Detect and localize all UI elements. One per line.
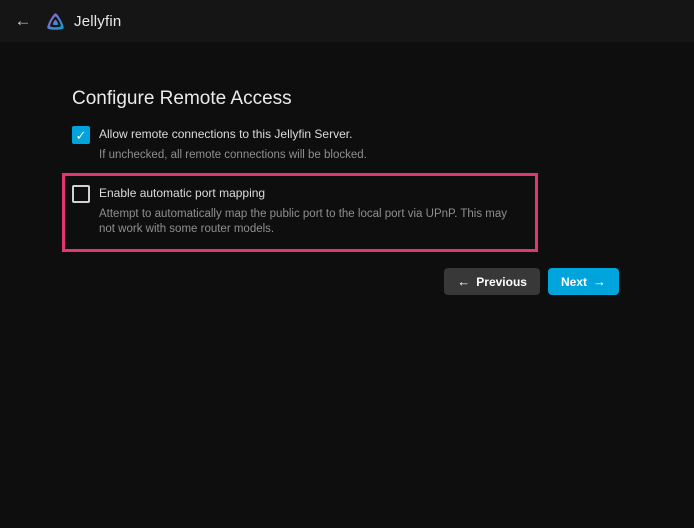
back-arrow-icon: ← [15, 11, 32, 31]
back-button[interactable]: ← [10, 8, 36, 34]
page-title: Configure Remote Access [72, 88, 622, 110]
wizard-content: Configure Remote Access ✓ Allow remote c… [0, 42, 694, 295]
previous-button[interactable]: ← Previous [444, 268, 540, 295]
enable-port-mapping-label[interactable]: Enable automatic port mapping [99, 186, 525, 201]
top-header: ← Jellyfin [0, 0, 694, 42]
enable-port-mapping-checkbox[interactable] [72, 185, 90, 203]
previous-button-label: Previous [476, 275, 527, 289]
field-text: Allow remote connections to this Jellyfi… [99, 125, 367, 162]
jellyfin-logo-icon [45, 11, 66, 32]
allow-remote-connections-description: If unchecked, all remote connections wil… [99, 148, 367, 162]
field-enable-port-mapping: Enable automatic port mapping Attempt to… [72, 184, 525, 236]
arrow-left-icon: ← [457, 275, 470, 288]
app-name: Jellyfin [74, 13, 121, 30]
allow-remote-connections-label[interactable]: Allow remote connections to this Jellyfi… [99, 127, 367, 142]
arrow-right-icon: → [593, 275, 606, 288]
field-allow-remote-connections: ✓ Allow remote connections to this Jelly… [72, 125, 622, 162]
field-text: Enable automatic port mapping Attempt to… [99, 184, 525, 236]
check-icon: ✓ [76, 129, 87, 142]
next-button[interactable]: Next → [548, 268, 619, 295]
highlight-annotation-box: Enable automatic port mapping Attempt to… [62, 173, 538, 252]
next-button-label: Next [561, 275, 587, 289]
wizard-button-row: ← Previous Next → [72, 268, 622, 295]
enable-port-mapping-description: Attempt to automatically map the public … [99, 207, 525, 236]
allow-remote-connections-checkbox[interactable]: ✓ [72, 126, 90, 144]
